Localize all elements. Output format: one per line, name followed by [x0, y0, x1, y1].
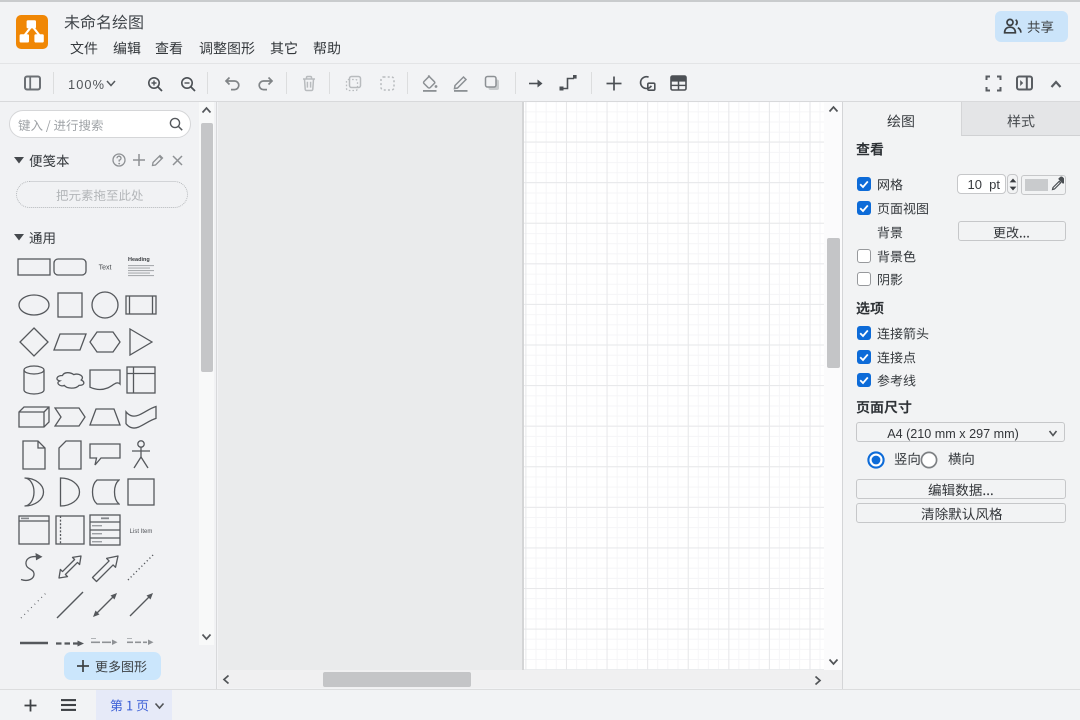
- svg-text:List Item: List Item: [130, 529, 153, 535]
- svg-text:Heading: Heading: [128, 257, 150, 263]
- svg-text:Text: Text: [99, 265, 112, 272]
